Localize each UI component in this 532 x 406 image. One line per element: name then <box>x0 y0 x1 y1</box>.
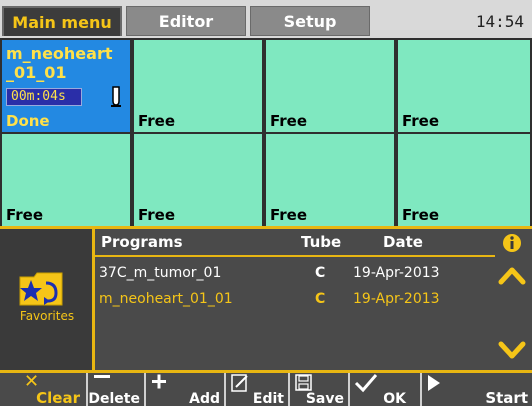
slot-grid: m_neoheart _01_01 00m:04s Done Free Free… <box>0 38 532 226</box>
slot-2[interactable]: Free <box>134 40 262 132</box>
programs-list: Programs Tube Date 37C_m_tumor_01 C 19-A… <box>92 229 495 371</box>
slot-8[interactable]: Free <box>398 134 530 226</box>
slot-1[interactable]: m_neoheart _01_01 00m:04s Done <box>2 40 130 132</box>
scroll-up-icon[interactable] <box>498 265 526 285</box>
clear-label: Clear <box>36 389 80 406</box>
slot-free-label: Free <box>138 112 176 130</box>
scroll-down-icon[interactable] <box>498 341 526 361</box>
save-button[interactable]: Save <box>288 373 348 406</box>
edit-icon <box>231 374 248 392</box>
tab-setup[interactable]: Setup <box>250 6 370 36</box>
tab-editor[interactable]: Editor <box>126 6 246 36</box>
program-name: 37C_m_tumor_01 <box>99 265 222 281</box>
ok-label: OK <box>383 391 406 406</box>
program-tube: C <box>315 291 326 307</box>
info-icon[interactable] <box>502 233 522 253</box>
clock: 14:54 <box>475 12 524 31</box>
programs-panel: Favorites Programs Tube Date 37C_m_tumor… <box>0 226 532 371</box>
program-row[interactable]: 37C_m_tumor_01 C 19-Apr-2013 <box>95 261 495 285</box>
slot-3[interactable]: Free <box>266 40 394 132</box>
slot-5[interactable]: Free <box>2 134 130 226</box>
slot-6[interactable]: Free <box>134 134 262 226</box>
slot-free-label: Free <box>138 206 176 224</box>
slot-free-label: Free <box>6 206 44 224</box>
slot-free-label: Free <box>402 206 440 224</box>
slot-4[interactable]: Free <box>398 40 530 132</box>
list-controls <box>492 229 532 371</box>
edit-label: Edit <box>252 391 284 406</box>
program-date: 19-Apr-2013 <box>353 291 440 307</box>
program-tube: C <box>315 265 326 281</box>
checkmark-icon <box>354 374 378 393</box>
favorites-label: Favorites <box>19 309 75 323</box>
play-icon <box>428 375 440 391</box>
tube-icon <box>111 86 121 107</box>
slot-program-name: m_neoheart _01_01 <box>6 44 112 82</box>
delete-button[interactable]: Delete <box>86 373 144 406</box>
save-icon <box>295 374 312 391</box>
add-button[interactable]: Add <box>144 373 224 406</box>
save-label: Save <box>305 391 344 406</box>
column-header-programs: Programs <box>101 233 183 251</box>
program-name-line1: m_neoheart <box>6 44 113 63</box>
program-date: 19-Apr-2013 <box>353 265 440 281</box>
column-header-tube: Tube <box>301 233 342 251</box>
slot-timer: 00m:04s <box>6 88 82 106</box>
clear-button[interactable]: ✕ Clear <box>0 371 84 406</box>
header-divider <box>95 255 495 257</box>
delete-label: Delete <box>88 391 140 406</box>
slot-free-label: Free <box>270 112 308 130</box>
tab-main-menu[interactable]: Main menu <box>2 6 122 36</box>
start-button[interactable]: Start <box>420 373 532 406</box>
favorites-button[interactable]: Favorites <box>0 229 92 371</box>
plus-icon <box>152 374 166 389</box>
program-name: m_neoheart_01_01 <box>99 291 233 307</box>
favorites-icon <box>19 272 63 306</box>
column-header-date: Date <box>383 233 423 251</box>
minus-icon <box>94 375 110 378</box>
edit-button[interactable]: Edit <box>224 373 288 406</box>
add-label: Add <box>189 391 220 406</box>
program-row[interactable]: m_neoheart_01_01 C 19-Apr-2013 <box>95 287 495 311</box>
start-label: Start <box>485 389 528 406</box>
slot-free-label: Free <box>270 206 308 224</box>
program-name-line2: _01_01 <box>6 63 67 82</box>
tab-bar: Main menu Editor Setup 14:54 <box>0 0 532 38</box>
slot-status: Done <box>6 112 50 130</box>
slot-7[interactable]: Free <box>266 134 394 226</box>
ok-button[interactable]: OK <box>348 373 420 406</box>
bottom-toolbar: ✕ Clear Delete Add Edit Save OK Start <box>0 370 532 406</box>
slot-free-label: Free <box>402 112 440 130</box>
